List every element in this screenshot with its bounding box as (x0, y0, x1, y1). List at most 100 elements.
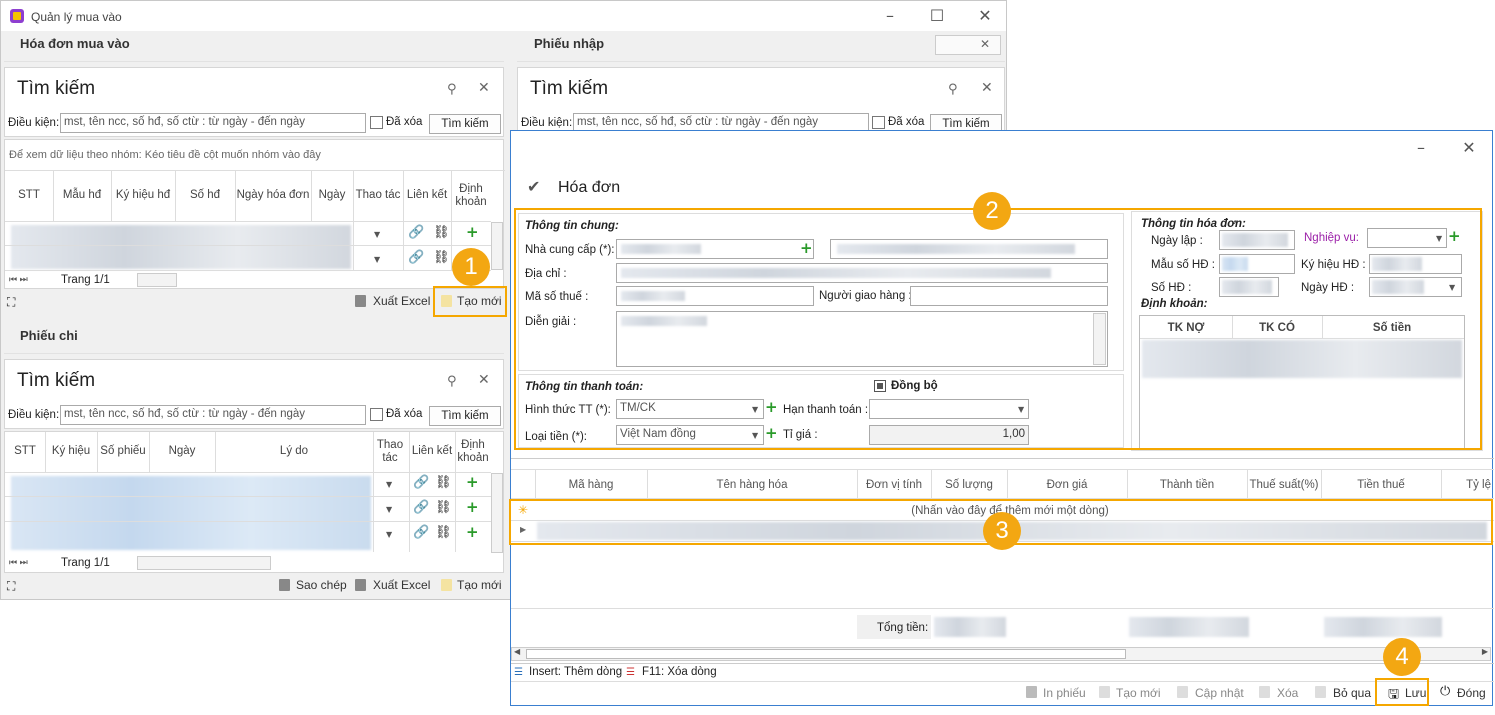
col-ma-hang[interactable]: Mã hàng (535, 479, 647, 491)
create-new-button[interactable]: Tạo mới (457, 578, 502, 592)
col-so-luong[interactable]: Số lượng (931, 479, 1007, 491)
search-button[interactable]: Tìm kiếm (429, 406, 501, 426)
action-dropdown-icon[interactable]: ▼ (386, 480, 392, 489)
blurred-rows (11, 476, 371, 550)
col-ky-hieu-hd[interactable]: Ký hiệu hđ (111, 189, 175, 202)
col-dinh-khoan[interactable]: Định khoản (455, 439, 491, 465)
unlink-icon[interactable]: ⛓ (433, 250, 450, 265)
window-title: Quản lý mua vào (31, 10, 122, 24)
minimize-icon[interactable]: – (878, 5, 902, 27)
tab-close-box[interactable]: ✕ (935, 35, 1001, 55)
maximize-icon[interactable]: ☐ (925, 5, 949, 27)
close-button[interactable]: Đóng (1457, 686, 1486, 700)
export-excel-button[interactable]: Xuất Excel (373, 294, 430, 308)
vertical-scrollbar[interactable] (491, 473, 503, 553)
new-icon (1099, 686, 1110, 698)
action-dropdown-icon[interactable]: ▼ (374, 230, 380, 239)
close-icon[interactable]: ✕ (478, 372, 490, 388)
link-icon[interactable]: 🔗 (413, 475, 429, 490)
col-stt[interactable]: STT (5, 445, 45, 458)
col-thao-tac[interactable]: Thao tác (353, 189, 403, 202)
col-dinh-khoan[interactable]: Định khoản (451, 183, 491, 209)
action-dropdown-icon[interactable]: ▼ (374, 255, 380, 264)
pager-first-icon[interactable]: ⏮ ⏭ (9, 557, 28, 568)
unlink-icon[interactable]: ⛓ (435, 525, 452, 540)
close-icon[interactable]: ✕ (981, 80, 993, 96)
unlink-icon[interactable]: ⛓ (433, 225, 450, 240)
deleted-checkbox[interactable] (370, 116, 383, 129)
pin-icon[interactable]: ⚲ (447, 374, 457, 389)
expand-icon[interactable]: ⛶ (7, 579, 15, 594)
close-icon[interactable]: ✕ (1457, 137, 1481, 159)
search-title: Tìm kiếm (530, 78, 609, 99)
col-stt[interactable]: STT (5, 189, 53, 202)
print-button[interactable]: In phiếu (1043, 686, 1086, 700)
col-don-gia[interactable]: Đơn giá (1007, 479, 1127, 491)
edit-icon (1177, 686, 1188, 698)
horizontal-scrollbar[interactable] (137, 273, 177, 287)
col-ten-hang-hoa[interactable]: Tên hàng hóa (647, 479, 857, 491)
col-thao-tac[interactable]: Thao tác (373, 439, 407, 465)
delete-button[interactable]: Xóa (1277, 686, 1298, 700)
deleted-checkbox[interactable] (872, 116, 885, 129)
horizontal-scrollbar[interactable] (137, 556, 271, 570)
add-icon[interactable]: + (466, 473, 479, 491)
col-ngay[interactable]: Ngày (311, 189, 353, 202)
action-dropdown-icon[interactable]: ▼ (386, 530, 392, 539)
col-thue-suat[interactable]: Thuế suất(%) (1247, 479, 1321, 491)
col-ty-le[interactable]: Tỷ lệ (1441, 479, 1493, 491)
col-lien-ket[interactable]: Liên kết (409, 445, 455, 458)
check-icon: ✔ (527, 177, 541, 196)
col-don-vi-tinh[interactable]: Đơn vị tính (857, 479, 931, 491)
title-bar: Quản lý mua vào – ☐ ✕ (1, 1, 1006, 31)
expand-icon[interactable]: ⛶ (7, 295, 15, 310)
copy-button[interactable]: Sao chép (296, 578, 347, 592)
link-icon[interactable]: 🔗 (413, 500, 429, 515)
close-icon[interactable]: ✕ (478, 80, 490, 96)
total-amount (1129, 617, 1249, 637)
search-panel-phieu-nhap: Tìm kiếm ⚲ ✕ Điều kiện: mst, tên ncc, số… (517, 67, 1005, 137)
deleted-checkbox[interactable] (370, 408, 383, 421)
pager-first-icon[interactable]: ⏮ ⏭ (9, 274, 28, 285)
unlink-icon[interactable]: ⛓ (435, 500, 452, 515)
link-icon[interactable]: 🔗 (408, 225, 424, 240)
items-horizontal-scrollbar[interactable]: ◀ ▶ (511, 647, 1491, 661)
pin-icon[interactable]: ⚲ (948, 82, 958, 97)
pager-label: Trang 1/1 (61, 557, 110, 569)
close-icon[interactable]: ✕ (980, 37, 990, 51)
col-so-phieu[interactable]: Số phiếu (97, 445, 149, 458)
col-mau-hd[interactable]: Mẫu hđ (53, 189, 111, 202)
unlink-icon[interactable]: ⛓ (435, 475, 452, 490)
link-icon[interactable]: 🔗 (413, 525, 429, 540)
callout-badge-4: 4 (1383, 638, 1421, 676)
col-tien-thue[interactable]: Tiền thuế (1321, 479, 1441, 491)
minimize-icon[interactable]: – (1409, 137, 1433, 159)
export-excel-button[interactable]: Xuất Excel (373, 578, 430, 592)
skip-button[interactable]: Bỏ qua (1333, 686, 1371, 700)
vertical-scrollbar[interactable] (491, 222, 503, 270)
excel-icon (355, 295, 366, 307)
copy-icon (279, 579, 290, 591)
app-icon (10, 9, 24, 23)
col-lien-ket[interactable]: Liên kết (403, 189, 451, 202)
action-dropdown-icon[interactable]: ▼ (386, 505, 392, 514)
deleted-label: Đã xóa (386, 408, 423, 420)
update-button[interactable]: Cập nhật (1195, 686, 1244, 700)
add-icon[interactable]: + (466, 498, 479, 516)
search-input[interactable]: mst, tên ncc, số hđ, số ctừ : từ ngày - … (60, 113, 366, 133)
col-so-hd[interactable]: Số hđ (175, 189, 235, 202)
pin-icon[interactable]: ⚲ (447, 82, 457, 97)
add-icon[interactable]: + (466, 523, 479, 541)
callout-box-2 (514, 208, 1482, 450)
close-icon[interactable]: ✕ (973, 5, 997, 27)
col-thanh-tien[interactable]: Thành tiền (1127, 479, 1247, 491)
col-ky-hieu[interactable]: Ký hiệu (45, 445, 97, 458)
col-ngay-hoa-don[interactable]: Ngày hóa đơn (235, 189, 311, 202)
search-button[interactable]: Tìm kiếm (429, 114, 501, 134)
new-button[interactable]: Tạo mới (1116, 686, 1161, 700)
add-icon[interactable]: + (466, 223, 479, 241)
link-icon[interactable]: 🔗 (408, 250, 424, 265)
search-input[interactable]: mst, tên ncc, số hđ, số ctừ : từ ngày - … (60, 405, 366, 425)
col-ngay[interactable]: Ngày (149, 445, 215, 458)
col-ly-do[interactable]: Lý do (215, 445, 373, 458)
